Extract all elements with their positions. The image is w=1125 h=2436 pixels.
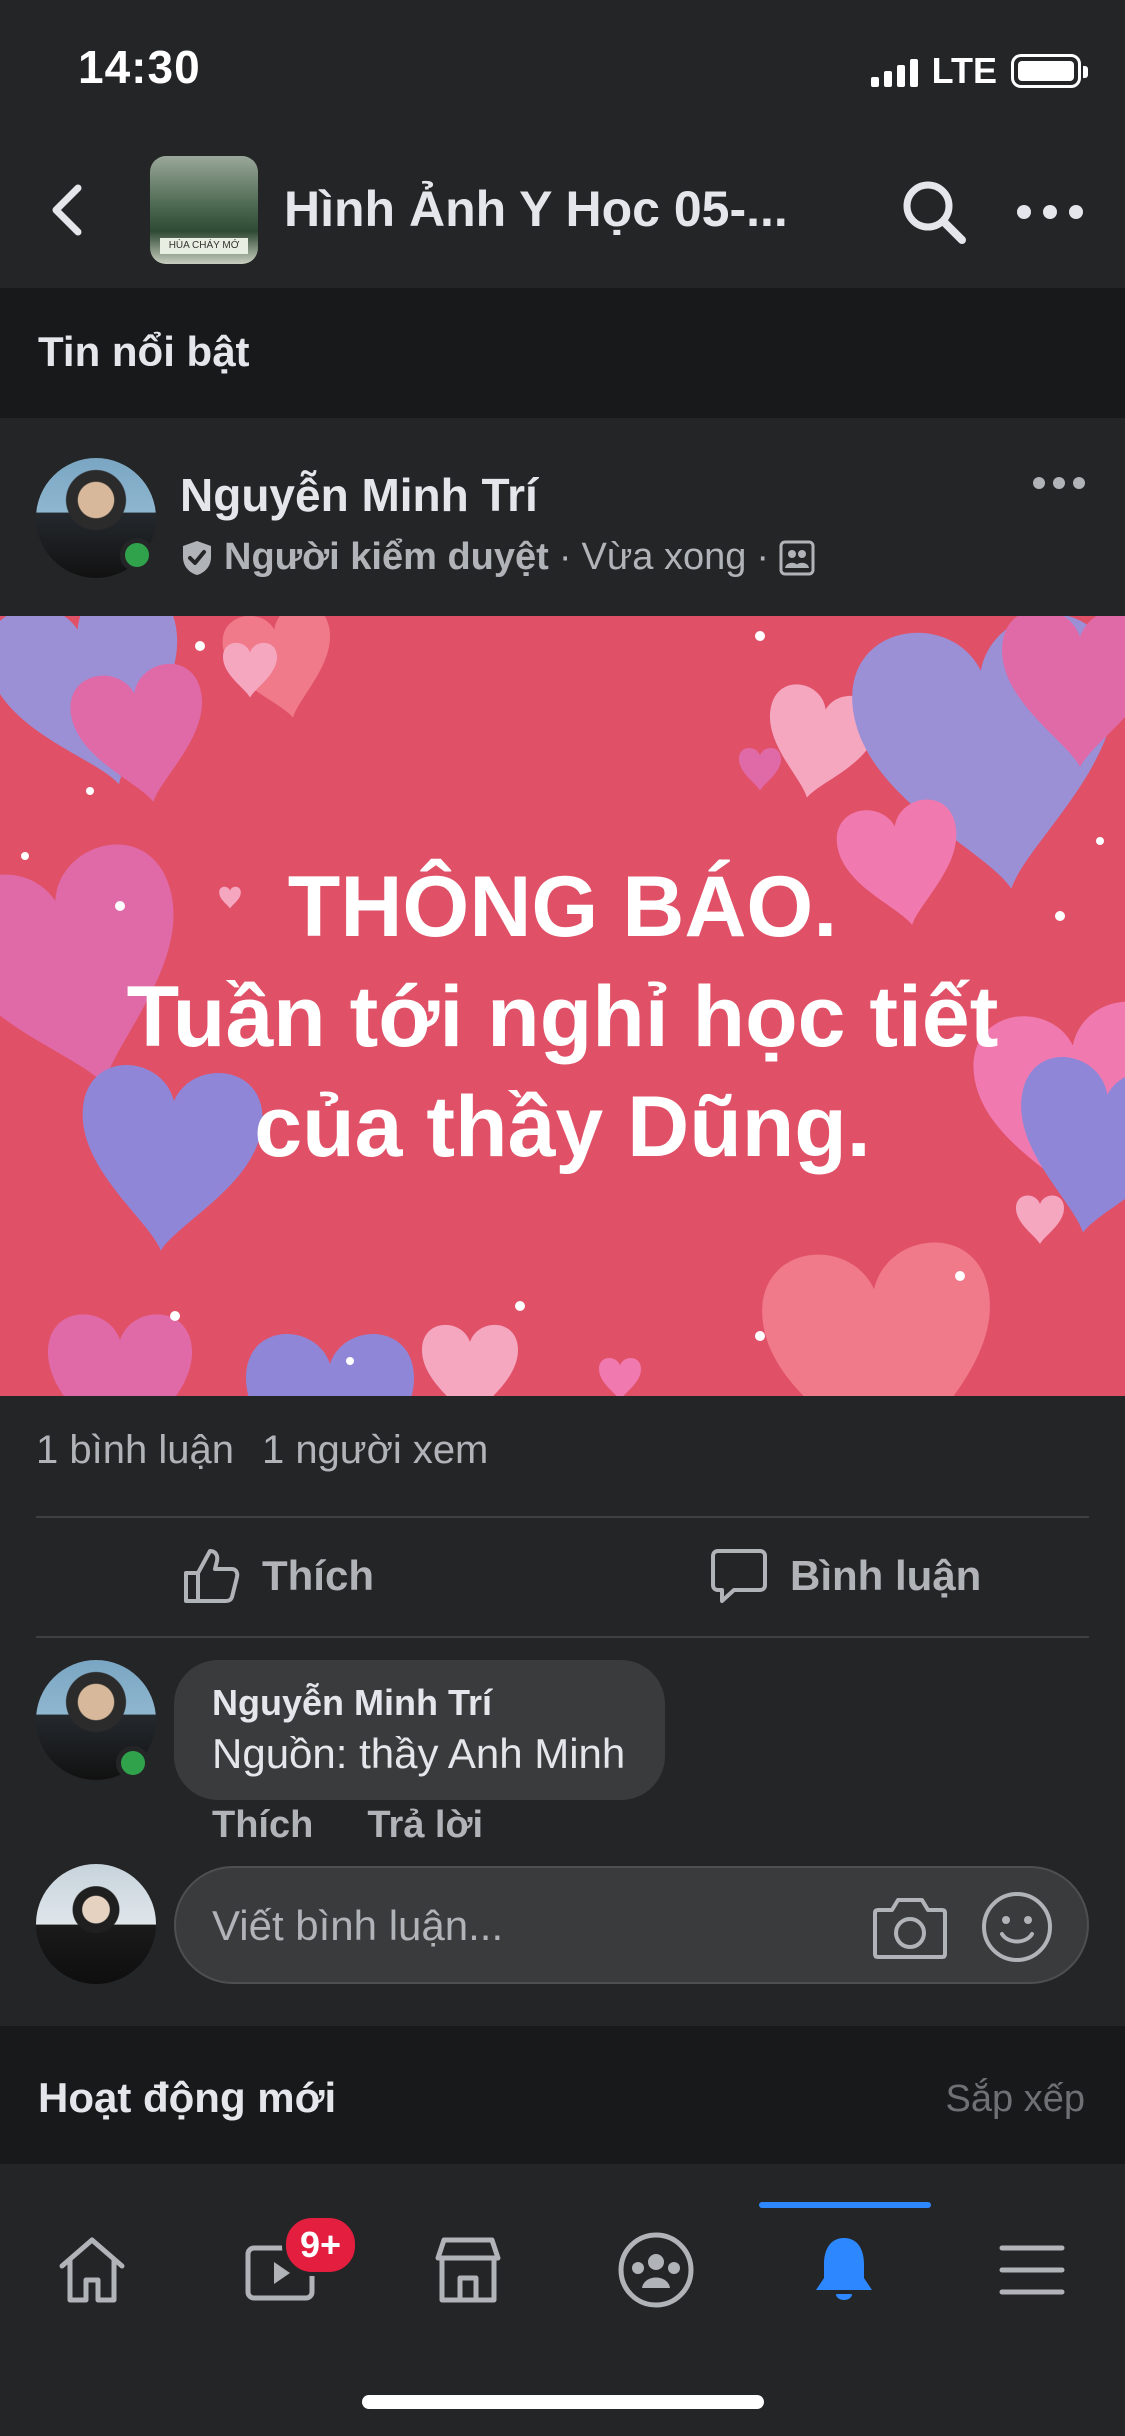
network-label: LTE [931,50,997,91]
group-name[interactable]: Hình Ảnh Y Học 05-... [284,180,788,238]
notifications-icon [816,2238,872,2300]
comment-text: Nguồn: thầy Anh Minh [212,1730,626,1777]
post-text-line: THÔNG BÁO. [287,859,838,955]
moderator-role: Người kiểm duyệt [224,536,549,578]
comment-author[interactable]: Nguyễn Minh Trí [212,1682,625,1724]
current-user-avatar [36,1864,156,1984]
divider [36,1636,1089,1638]
signal-icon [870,55,918,87]
home-icon [59,2237,125,2303]
back-button[interactable] [40,180,100,240]
post-text: THÔNG BÁO. Tuần tới nghỉ học tiết của th… [0,852,1125,1182]
sort-button[interactable]: Sắp xếp [946,2078,1085,2121]
active-tab-indicator [759,2202,931,2208]
comment-bubble-icon [711,1549,767,1603]
post-text-line: Tuần tới nghỉ học tiết [126,969,999,1065]
tab-marketplace[interactable] [418,2220,518,2320]
thumbnail-banner: HÙA CHÁY MỚ [160,238,248,254]
chevron-left-icon [52,184,82,236]
featured-section-header: Tin nổi bật [0,288,1125,418]
tab-home[interactable] [42,2220,142,2320]
comment-actions: Thích Trả lời [212,1804,483,1847]
online-status-dot [116,1746,150,1780]
view-count[interactable]: 1 người xem [262,1428,488,1473]
comment-reply-button[interactable]: Trả lời [367,1804,483,1847]
post-meta: Người kiểm duyệt · Vừa xong · [180,536,815,579]
group-thumbnail[interactable]: HÙA CHÁY MỚ [150,156,258,264]
status-indicators: LTE [870,50,1088,92]
battery-icon [1011,54,1088,88]
comment-label: Bình luận [790,1552,982,1599]
more-horizontal-icon [1017,205,1083,219]
featured-title: Tin nổi bật [38,328,250,375]
more-options-button[interactable] [1010,176,1090,248]
comment-like-button[interactable]: Thích [212,1804,313,1847]
like-button[interactable]: Thích [182,1526,374,1626]
menu-icon [999,2245,1065,2295]
marketplace-icon [435,2237,501,2303]
post-time[interactable]: Vừa xong [581,536,746,579]
status-time: 14:30 [78,41,201,93]
moderator-shield-icon [183,540,211,575]
post-card: Nguyễn Minh Trí Người kiểm duyệt · Vừa x… [0,418,1125,2026]
groups-icon [618,2232,694,2308]
meta-separator: · [756,536,770,578]
divider [36,1516,1089,1518]
group-header: HÙA CHÁY MỚ Hình Ảnh Y Học 05-... [0,140,1125,288]
post-more-button[interactable] [1029,468,1089,498]
post-text-line: của thầy Dũng. [254,1079,871,1175]
post-author-name[interactable]: Nguyễn Minh Trí [180,468,538,522]
tab-notifications[interactable] [794,2220,894,2320]
tab-groups[interactable] [606,2220,706,2320]
emoji-button[interactable] [980,1890,1054,1964]
search-icon [903,181,966,244]
like-label: Thích [262,1552,374,1599]
comment-button[interactable]: Bình luận [710,1526,981,1626]
online-status-dot [120,538,154,572]
thumbs-up-icon [184,1549,240,1603]
comment-input[interactable]: Viết bình luận... [174,1866,1089,1984]
tab-menu[interactable] [982,2220,1082,2320]
meta-separator: · [558,536,572,578]
comment-count[interactable]: 1 bình luận [36,1428,234,1473]
status-bar: 14:30 LTE [0,0,1125,140]
search-button[interactable] [898,176,970,248]
camera-icon [873,1898,947,1959]
more-horizontal-icon [1033,477,1085,489]
activity-section-header: Hoạt động mới Sắp xếp [0,2026,1125,2164]
comment-input-placeholder: Viết bình luận... [212,1902,504,1949]
group-audience-icon [779,540,815,575]
post-stats: 1 bình luận 1 người xem [36,1428,488,1473]
post-text-background[interactable]: THÔNG BÁO. Tuần tới nghỉ học tiết của th… [0,616,1125,1396]
activity-title: Hoạt động mới [38,2074,337,2121]
camera-button[interactable] [872,1892,948,1962]
smiley-icon [982,1892,1052,1962]
comment-bubble[interactable]: Nguyễn Minh Trí Nguồn: thầy Anh Minh [174,1660,666,1800]
watch-badge: 9+ [282,2214,360,2276]
home-indicator[interactable] [362,2395,764,2409]
